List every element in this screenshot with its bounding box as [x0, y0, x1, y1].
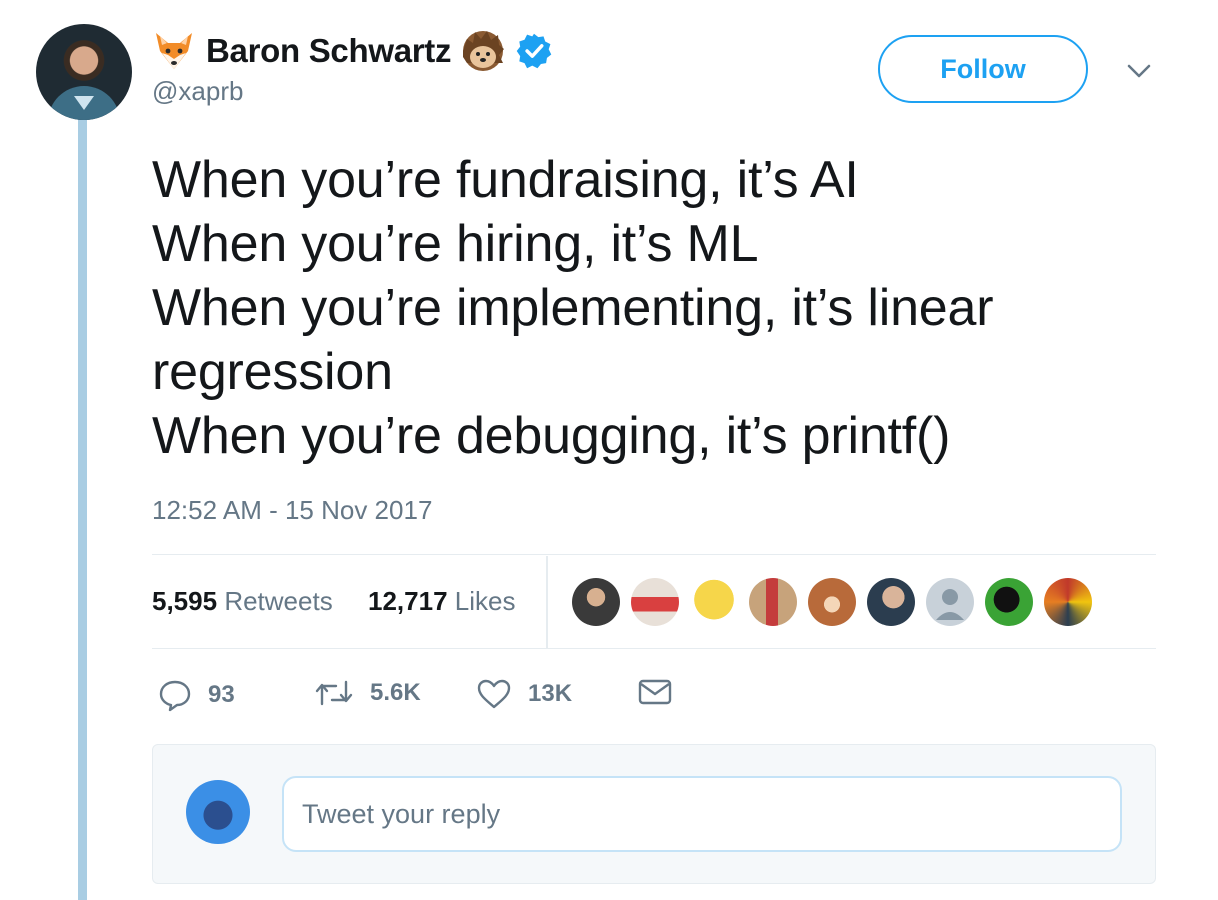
hedgehog-icon — [463, 31, 505, 71]
divider — [152, 648, 1156, 649]
retweet-count: 5.6K — [370, 679, 421, 706]
tweet-text-line: regression — [152, 343, 393, 401]
default-avatar-icon — [936, 589, 964, 620]
author-avatar[interactable] — [36, 24, 132, 120]
author-display-name[interactable]: Baron Schwartz — [206, 32, 451, 70]
liker-avatar[interactable] — [572, 578, 620, 626]
divider — [546, 556, 548, 648]
chevron-down-icon[interactable] — [1124, 58, 1154, 84]
likes-count: 12,717 — [368, 586, 448, 616]
avatar-shirt-logo — [74, 96, 94, 110]
tweet-timestamp[interactable]: 12:52 AM - 15 Nov 2017 — [152, 495, 432, 526]
reply-icon — [159, 680, 191, 712]
tweet-text: When you’re fundraising, it’s AI When yo… — [152, 148, 1162, 468]
reply-input[interactable] — [282, 776, 1122, 852]
tweet-text-line: When you’re fundraising, it’s AI — [152, 151, 859, 209]
tweet-header: Baron Schwartz @xaprb — [152, 28, 553, 107]
viewer-avatar — [186, 780, 250, 844]
reply-count: 93 — [208, 681, 235, 708]
retweets-count: 5,595 — [152, 586, 218, 616]
tweet-text-line: When you’re hiring, it’s ML — [152, 215, 759, 273]
follow-button[interactable]: Follow — [878, 35, 1088, 103]
liker-avatar[interactable] — [690, 578, 738, 626]
retweet-icon — [315, 680, 353, 706]
liker-avatars — [572, 578, 1092, 626]
likes-label: Likes — [454, 586, 516, 616]
direct-message-action[interactable] — [638, 678, 672, 706]
retweet-action[interactable]: 5.6K — [314, 678, 421, 708]
author-handle[interactable]: @xaprb — [152, 76, 553, 107]
retweets-stat[interactable]: 5,595 Retweets — [152, 586, 333, 617]
like-action[interactable]: 13K — [476, 678, 572, 710]
reply-action[interactable]: 93 — [158, 678, 235, 712]
tweet-text-line: When you’re implementing, it’s linear — [152, 279, 994, 337]
liker-avatar[interactable] — [1044, 578, 1092, 626]
liker-avatar[interactable] — [867, 578, 915, 626]
like-count: 13K — [528, 680, 573, 707]
heart-icon — [477, 679, 511, 709]
divider — [152, 554, 1156, 555]
liker-avatar[interactable] — [808, 578, 856, 626]
fox-face-icon — [156, 33, 192, 69]
retweets-label: Retweets — [224, 586, 333, 616]
liker-avatar[interactable] — [749, 578, 797, 626]
tweet-text-line: When you’re debugging, it’s printf() — [152, 407, 951, 465]
verified-badge-icon — [516, 33, 552, 69]
name-row: Baron Schwartz — [152, 28, 553, 74]
thread-line — [78, 118, 87, 900]
envelope-icon — [638, 679, 672, 705]
liker-avatar[interactable] — [631, 578, 679, 626]
liker-avatar[interactable] — [926, 578, 974, 626]
liker-avatar[interactable] — [985, 578, 1033, 626]
likes-stat[interactable]: 12,717 Likes — [368, 586, 515, 617]
